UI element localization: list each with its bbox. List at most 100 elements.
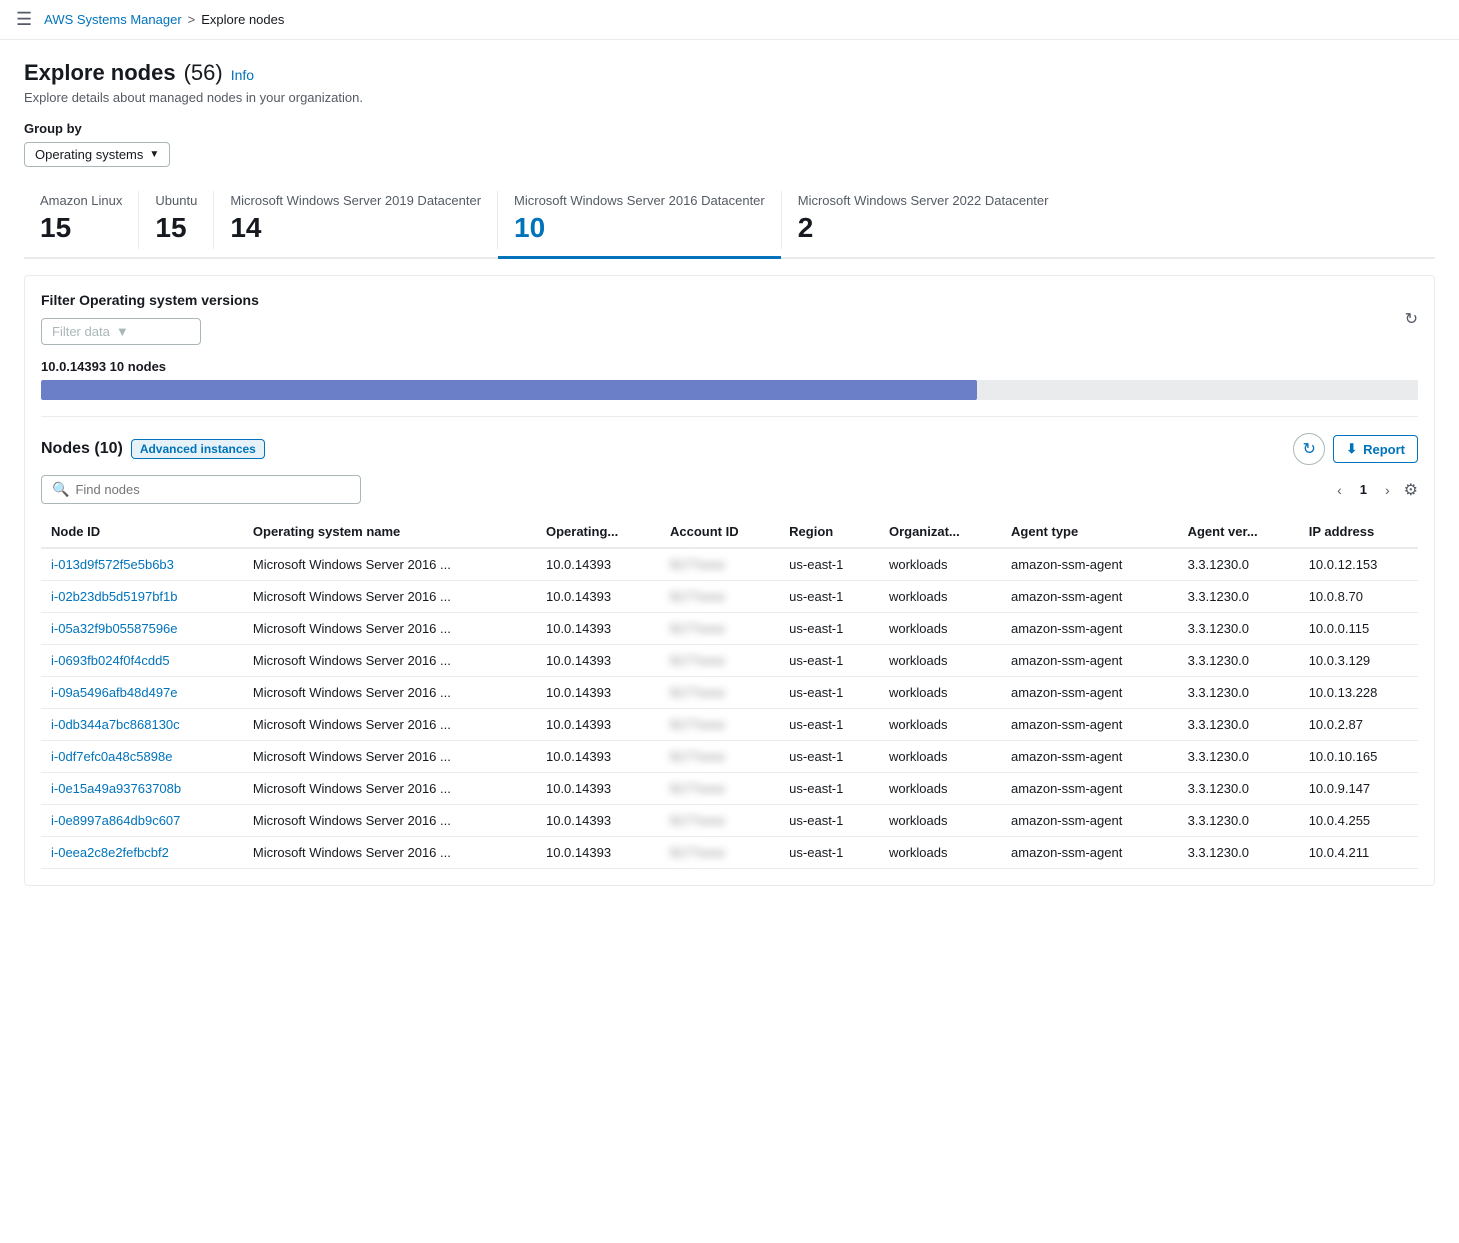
region-cell-2: us-east-1 xyxy=(779,613,879,645)
account-id-cell-3: 9177xxxx xyxy=(660,645,779,677)
agent-ver-cell-2: 3.3.1230.0 xyxy=(1178,613,1299,645)
os-name-cell-0: Microsoft Windows Server 2016 ... xyxy=(243,548,536,581)
os-name-cell-5: Microsoft Windows Server 2016 ... xyxy=(243,709,536,741)
ip-cell-9: 10.0.4.211 xyxy=(1299,837,1418,869)
blurred-value-9: 9177xxxx xyxy=(670,845,725,860)
report-button[interactable]: ⬇ Report xyxy=(1333,435,1418,463)
group-by-select[interactable]: Operating systems ▼ xyxy=(24,142,170,167)
table-row: i-0e15a49a93763708b Microsoft Windows Ser… xyxy=(41,773,1418,805)
col-header-2: Operating... xyxy=(536,516,660,548)
account-id-cell-2: 9177xxxx xyxy=(660,613,779,645)
node-id-cell-4[interactable]: i-09a5496afb48d497e xyxy=(41,677,243,709)
agent-ver-cell-1: 3.3.1230.0 xyxy=(1178,581,1299,613)
table-row: i-0e8997a864db9c607Microsoft Windows Ser… xyxy=(41,805,1418,837)
node-id-link-7[interactable]: i-0e15a49a93763708b xyxy=(51,781,181,796)
node-id-cell-9[interactable]: i-0eea2c8e2fefbcbf2 xyxy=(41,837,243,869)
region-cell-4: us-east-1 xyxy=(779,677,879,709)
nodes-refresh-button[interactable]: ↻ xyxy=(1293,433,1325,465)
node-id-cell-7[interactable]: i-0e15a49a93763708b xyxy=(41,773,243,805)
org-cell-2: workloads xyxy=(879,613,1001,645)
group-by-label: Group by xyxy=(24,121,1435,136)
ip-cell-8: 10.0.4.255 xyxy=(1299,805,1418,837)
agent-type-cell-6: amazon-ssm-agent xyxy=(1001,741,1178,773)
os-tab-4[interactable]: Microsoft Windows Server 2022 Datacenter… xyxy=(782,183,1065,259)
table-row: i-02b23db5d5197bf1b Microsoft Windows Ser… xyxy=(41,581,1418,613)
ip-cell-7: 10.0.9.147 xyxy=(1299,773,1418,805)
account-id-cell-6: 9177xxxx xyxy=(660,741,779,773)
account-id-cell-7: 9177xxxx xyxy=(660,773,779,805)
os-version-cell-5: 10.0.14393 xyxy=(536,709,660,741)
node-id-link-5[interactable]: i-0db344a7bc868130c xyxy=(51,717,180,732)
agent-type-cell-7: amazon-ssm-agent xyxy=(1001,773,1178,805)
search-input[interactable] xyxy=(75,482,350,497)
nodes-count-label: (10) xyxy=(94,440,122,457)
ip-cell-5: 10.0.2.87 xyxy=(1299,709,1418,741)
node-id-link-4[interactable]: i-09a5496afb48d497e xyxy=(51,685,178,700)
search-box[interactable]: 🔍 xyxy=(41,475,361,504)
os-name-cell-1: Microsoft Windows Server 2016 ... xyxy=(243,581,536,613)
report-label: Report xyxy=(1363,442,1405,457)
bar-section: 10.0.14393 10 nodes xyxy=(41,359,1418,400)
page-subtitle: Explore details about managed nodes in y… xyxy=(24,90,1435,105)
org-cell-8: workloads xyxy=(879,805,1001,837)
os-name-cell-7: Microsoft Windows Server 2016 ... xyxy=(243,773,536,805)
col-header-6: Agent type xyxy=(1001,516,1178,548)
region-cell-1: us-east-1 xyxy=(779,581,879,613)
node-id-cell-1[interactable]: i-02b23db5d5197bf1b xyxy=(41,581,243,613)
node-id-link-8[interactable]: i-0e8997a864db9c607 xyxy=(51,813,180,828)
search-icon: 🔍 xyxy=(52,481,69,498)
table-row: i-013d9f572f5e5b6b3 Microsoft Windows Ser… xyxy=(41,548,1418,581)
os-tab-3[interactable]: Microsoft Windows Server 2016 Datacenter… xyxy=(498,183,781,259)
account-id-cell-8: 9177xxxx xyxy=(660,805,779,837)
ip-cell-1: 10.0.8.70 xyxy=(1299,581,1418,613)
node-id-cell-5[interactable]: i-0db344a7bc868130c xyxy=(41,709,243,741)
breadcrumb-service-link[interactable]: AWS Systems Manager xyxy=(44,12,182,27)
region-cell-3: us-east-1 xyxy=(779,645,879,677)
node-id-link-0[interactable]: i-013d9f572f5e5b6b3 xyxy=(51,557,174,572)
ip-cell-0: 10.0.12.153 xyxy=(1299,548,1418,581)
filter-select[interactable]: Filter data ▼ xyxy=(41,318,201,345)
os-tab-2[interactable]: Microsoft Windows Server 2019 Datacenter… xyxy=(214,183,497,259)
ip-cell-3: 10.0.3.129 xyxy=(1299,645,1418,677)
nodes-title: Nodes (10) xyxy=(41,440,123,458)
node-id-link-1[interactable]: i-02b23db5d5197bf1b xyxy=(51,589,178,604)
region-cell-9: us-east-1 xyxy=(779,837,879,869)
os-name-cell-9: Microsoft Windows Server 2016 ... xyxy=(243,837,536,869)
page-title-row: Explore nodes (56) Info xyxy=(24,60,1435,86)
filter-select-row: Filter Operating system versions Filter … xyxy=(41,292,1418,345)
agent-type-cell-3: amazon-ssm-agent xyxy=(1001,645,1178,677)
os-tab-1[interactable]: Ubuntu 15 xyxy=(139,183,213,259)
node-id-link-2[interactable]: i-05a32f9b05587596e xyxy=(51,621,178,636)
os-tab-0[interactable]: Amazon Linux 15 xyxy=(24,183,138,259)
info-link[interactable]: Info xyxy=(231,67,254,83)
node-id-cell-2[interactable]: i-05a32f9b05587596e xyxy=(41,613,243,645)
table-row: i-05a32f9b05587596eMicrosoft Windows Ser… xyxy=(41,613,1418,645)
breadcrumb-current: Explore nodes xyxy=(201,12,284,27)
prev-page-button[interactable]: ‹ xyxy=(1331,480,1348,500)
node-id-link-9[interactable]: i-0eea2c8e2fefbcbf2 xyxy=(51,845,169,860)
table-row: i-09a5496afb48d497eMicrosoft Windows Ser… xyxy=(41,677,1418,709)
os-tab-name-3: Microsoft Windows Server 2016 Datacenter xyxy=(514,193,765,208)
node-id-link-3[interactable]: i-0693fb024f0f4cdd5 xyxy=(51,653,170,668)
blurred-value-3: 9177xxxx xyxy=(670,653,725,668)
os-tab-name-4: Microsoft Windows Server 2022 Datacenter xyxy=(798,193,1049,208)
table-settings-icon[interactable]: ⚙ xyxy=(1404,480,1418,500)
node-id-cell-0[interactable]: i-013d9f572f5e5b6b3 xyxy=(41,548,243,581)
next-page-button[interactable]: › xyxy=(1379,480,1396,500)
node-id-cell-3[interactable]: i-0693fb024f0f4cdd5 xyxy=(41,645,243,677)
filter-refresh-icon[interactable]: ↻ xyxy=(1405,309,1418,329)
pagination: ‹ 1 › ⚙ xyxy=(1331,480,1418,500)
col-header-7: Agent ver... xyxy=(1178,516,1299,548)
table-row: i-0eea2c8e2fefbcbf2 Microsoft Windows Ser… xyxy=(41,837,1418,869)
node-id-link-6[interactable]: i-0df7efc0a48c5898e xyxy=(51,749,172,764)
nodes-title-text: Nodes xyxy=(41,440,90,457)
filter-title: Filter Operating system versions xyxy=(41,292,259,308)
account-id-cell-5: 9177xxxx xyxy=(660,709,779,741)
os-name-cell-3: Microsoft Windows Server 2016 ... xyxy=(243,645,536,677)
os-tab-count-3: 10 xyxy=(514,212,765,244)
node-id-cell-8[interactable]: i-0e8997a864db9c607 xyxy=(41,805,243,837)
page-number: 1 xyxy=(1352,480,1375,499)
os-tab-name-2: Microsoft Windows Server 2019 Datacenter xyxy=(230,193,481,208)
node-id-cell-6[interactable]: i-0df7efc0a48c5898e xyxy=(41,741,243,773)
hamburger-icon[interactable]: ☰ xyxy=(16,9,32,30)
